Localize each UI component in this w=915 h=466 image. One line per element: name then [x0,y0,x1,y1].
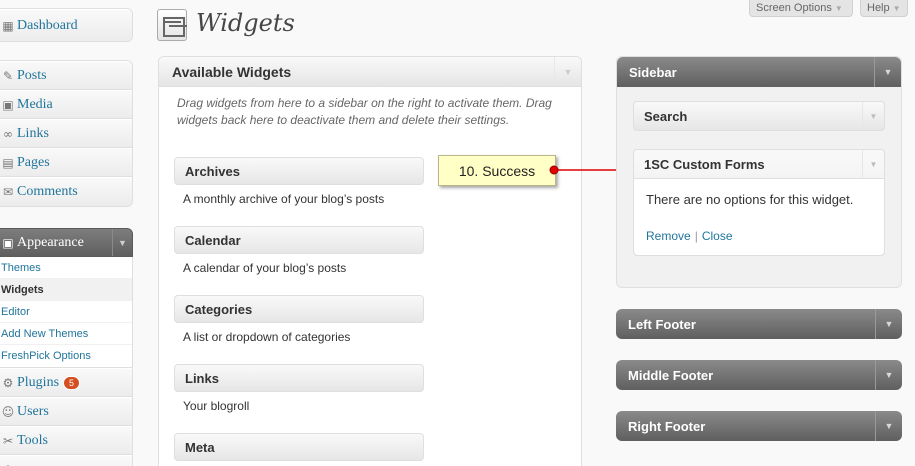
submenu-item-widgets[interactable]: Widgets [0,279,132,301]
right-footer-header[interactable]: Right Footer ▼ [616,411,902,441]
menu-item-pages[interactable]: ▤ Pages [0,148,132,177]
menu-item-appearance[interactable]: ▣ Appearance ▼ [0,228,133,257]
sidebar-widget-search[interactable]: Search ▼ [633,101,885,131]
comment-icon: ✉ [2,185,14,199]
sidebar-widget-custom-forms-title: 1SC Custom Forms [644,156,765,172]
widget-meta[interactable]: Meta [174,433,424,461]
link-separator: | [694,229,698,243]
widget-calendar-desc: A calendar of your blog’s posts [183,261,347,275]
widget-links[interactable]: Links [174,364,424,392]
menu-label-plugins: Plugins [17,374,60,390]
tools-icon: ✂ [2,433,14,448]
chevron-down-icon[interactable]: ▼ [875,411,902,441]
menu-item-users[interactable]: ☺ Users [0,397,132,426]
middle-footer-title: Middle Footer [628,367,714,383]
pages-icon: ▤ [2,155,14,170]
widget-categories[interactable]: Categories [174,295,424,323]
submenu-item-editor[interactable]: Editor [0,301,132,323]
menu-label-links: Links [17,125,49,141]
chevron-down-icon[interactable]: ▼ [874,57,901,87]
step-callout: 10. Success [438,155,556,186]
available-widgets-header[interactable]: Available Widgets ▼ [159,57,581,87]
chevron-down-icon[interactable]: ▼ [875,309,902,339]
help-label: Help [867,2,890,14]
chevron-down-icon[interactable]: ▼ [862,150,884,178]
appearance-submenu: Themes Widgets Editor Add New Themes Fre… [0,257,133,368]
menu-label-dashboard: Dashboard [17,17,78,33]
remove-link[interactable]: Remove [646,229,691,243]
help-tab[interactable]: Help ▼ [860,0,908,17]
chevron-down-icon[interactable]: ▼ [112,229,132,256]
screen-options-tab[interactable]: Screen Options ▼ [749,0,853,17]
sidebar-widget-area: Sidebar ▼ Search ▼ 1SC Custom Forms ▼ Th… [616,56,902,288]
available-widgets-panel: Available Widgets ▼ Drag widgets from he… [158,56,582,466]
chevron-down-icon: ▼ [834,3,843,13]
appearance-icon: ▣ [2,235,14,250]
available-widgets-title: Available Widgets [172,63,292,80]
plugin-icon: ⚙ [2,375,14,390]
chevron-down-icon: ▼ [892,3,901,13]
menu-group-appearance: ▣ Appearance ▼ Themes Widgets Editor Add… [0,228,133,368]
sidebar-widget-custom-forms-body: There are no options for this widget. Re… [634,178,884,255]
page-title: Widgets [196,9,295,37]
menu-group-dashboard: ▦ Dashboard [0,8,133,42]
menu-item-dashboard[interactable]: ▦ Dashboard [0,9,132,41]
submenu-item-themes[interactable]: Themes [0,257,132,279]
menu-label-appearance: Appearance [17,234,84,250]
menu-item-plugins[interactable]: ⚙ Plugins 5 [0,368,132,397]
left-footer-title: Left Footer [628,316,696,332]
sidebar-widget-search-head[interactable]: Search ▼ [634,102,884,130]
menu-group-content: ✎ Posts ▣ Media ∞ Links ▤ Pages ✉ Commen… [0,60,133,207]
menu-item-comments[interactable]: ✉ Comments [0,177,132,206]
submenu-item-freshpick-options[interactable]: FreshPick Options [0,345,132,367]
media-icon: ▣ [2,97,14,112]
widget-calendar[interactable]: Calendar [174,226,424,254]
widget-categories-desc: A list or dropdown of categories [183,330,351,344]
sidebar-header[interactable]: Sidebar ▼ [617,57,901,87]
sidebar-widget-search-title: Search [644,108,688,124]
plugins-update-badge: 5 [63,375,81,390]
users-icon: ☺ [1,404,15,419]
menu-label-tools: Tools [17,432,48,448]
menu-item-links[interactable]: ∞ Links [0,119,132,148]
sidebar-widget-custom-forms: 1SC Custom Forms ▼ There are no options … [633,149,885,256]
widget-archives-desc: A monthly archive of your blog’s posts [183,192,385,206]
close-link[interactable]: Close [702,229,733,243]
available-widgets-description: Drag widgets from here to a sidebar on t… [177,96,552,127]
left-footer-header[interactable]: Left Footer ▼ [616,309,902,339]
menu-label-users: Users [17,403,49,419]
menu-label-comments: Comments [17,184,78,199]
widget-archives[interactable]: Archives [174,157,424,185]
right-footer-title: Right Footer [628,418,706,434]
sidebar-title: Sidebar [629,64,677,80]
menu-item-settings[interactable]: ⚙ [0,455,132,466]
middle-footer-header[interactable]: Middle Footer ▼ [616,360,902,390]
screen-options-label: Screen Options [756,2,832,14]
widget-actions: Remove | Close [646,228,872,245]
submenu-item-add-new-themes[interactable]: Add New Themes [0,323,132,345]
sidebar-widget-custom-forms-head[interactable]: 1SC Custom Forms ▼ [634,150,884,178]
menu-label-media: Media [17,96,53,112]
widget-options-message: There are no options for this widget. [646,192,854,207]
menu-item-posts[interactable]: ✎ Posts [0,61,132,90]
dashboard-icon: ▦ [2,18,14,33]
widget-links-desc: Your blogroll [183,399,250,413]
chevron-down-icon[interactable]: ▼ [554,57,581,86]
menu-group-tools: ⚙ Plugins 5 ☺ Users ✂ Tools ⚙ [0,367,133,466]
menu-item-media[interactable]: ▣ Media [0,90,132,119]
chevron-down-icon[interactable]: ▼ [862,102,884,130]
chevron-down-icon[interactable]: ▼ [875,360,902,390]
widgets-page-icon [157,9,187,41]
link-icon: ∞ [3,126,13,141]
pushpin-icon: ✎ [2,68,14,83]
menu-item-tools[interactable]: ✂ Tools [0,426,132,455]
menu-label-posts: Posts [17,67,47,83]
menu-label-pages: Pages [17,154,50,170]
